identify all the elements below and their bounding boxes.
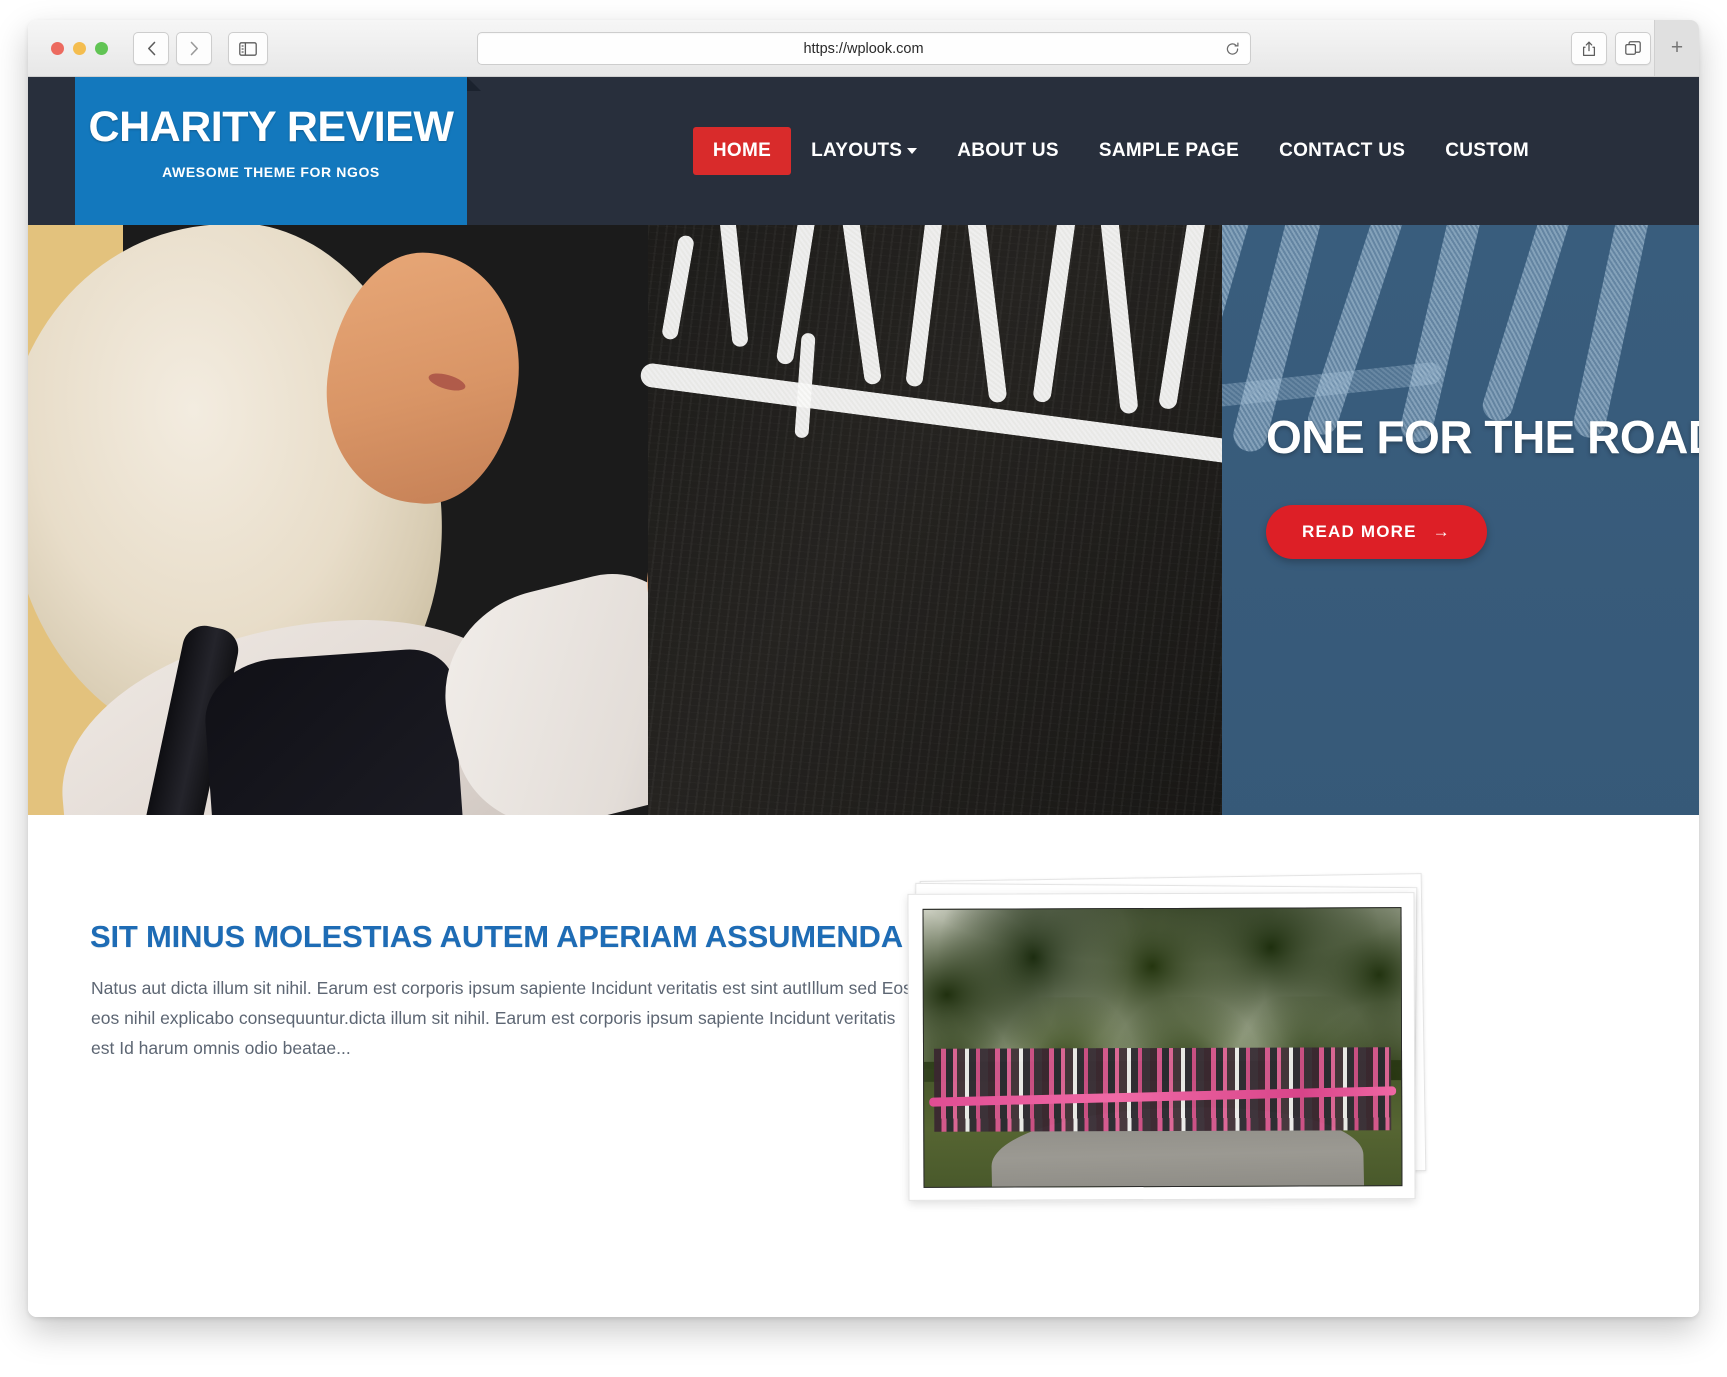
reload-button[interactable]: [1225, 41, 1240, 56]
nav-label: LAYOUTS: [811, 140, 903, 161]
show-tabs-button[interactable]: [1615, 32, 1651, 65]
show-tabs-icon: [1625, 41, 1641, 55]
browser-window: https://wplook.com + CHARITY REVIEW AWES…: [28, 20, 1699, 1317]
chevron-down-icon: [907, 147, 918, 154]
nav-item-custom[interactable]: CUSTOM: [1425, 127, 1549, 175]
chalkboard-surface: [639, 225, 1297, 815]
chalk-mark: [966, 225, 1008, 404]
forward-button[interactable]: [176, 32, 212, 65]
new-tab-button[interactable]: +: [1654, 20, 1699, 76]
hero-title: ONE FOR THE ROAD...: [1266, 411, 1699, 463]
chevron-left-icon: [147, 41, 155, 56]
nav-item-sample-page[interactable]: SAMPLE PAGE: [1079, 127, 1259, 175]
chalk-mark: [719, 225, 749, 348]
chalk-mark: [1032, 225, 1078, 404]
site-logo[interactable]: CHARITY REVIEW AWESOME THEME FOR NGOS: [75, 77, 481, 225]
hero-slider: ONE FOR THE ROAD... READ MORE →: [28, 225, 1699, 815]
chevron-right-icon: [190, 41, 198, 56]
nav-item-home[interactable]: HOME: [692, 127, 792, 175]
window-controls: [51, 42, 108, 55]
content-section: SIT MINUS MOLESTIAS AUTEM APERIAM ASSUME…: [28, 815, 1699, 1317]
blue-streak: [1479, 225, 1575, 425]
url-text: https://wplook.com: [803, 40, 924, 57]
post-body: Natus aut dicta illum sit nihil. Earum e…: [91, 977, 912, 1058]
sidebar-toggle-button[interactable]: [228, 32, 268, 65]
nav-item-contact-us[interactable]: CONTACT US: [1259, 127, 1425, 175]
logo-tagline-text: AWESOME THEME FOR NGOS: [162, 164, 380, 180]
nav-label: SAMPLE PAGE: [1098, 140, 1240, 161]
minimize-window-button[interactable]: [73, 42, 86, 55]
hero-photo-girl-chalkboard: [28, 225, 648, 815]
nav-label: CUSTOM: [1445, 140, 1529, 161]
blue-streak: [1304, 225, 1410, 439]
hero-overlay-panel: ONE FOR THE ROAD... READ MORE →: [1222, 225, 1699, 815]
blue-streak: [1570, 225, 1656, 441]
hero-read-more-button[interactable]: READ MORE →: [1266, 505, 1487, 559]
arrow-right-icon: →: [1432, 522, 1451, 541]
chalk-mark: [1157, 225, 1207, 411]
reload-icon: [1226, 41, 1239, 55]
site-header: CHARITY REVIEW AWESOME THEME FOR NGOS HO…: [28, 77, 1699, 225]
nav-label: CONTACT US: [1279, 140, 1406, 161]
share-icon: [1582, 41, 1596, 56]
nav-item-about-us[interactable]: ABOUT US: [937, 127, 1079, 175]
post-photo-charity-walk: [922, 907, 1403, 1188]
chalk-underline: [639, 362, 1297, 472]
chalk-mark: [840, 225, 883, 386]
photo-sheet-front: [907, 892, 1416, 1201]
browser-toolbar-right: [1571, 32, 1651, 65]
chalk-mark: [1099, 225, 1139, 415]
page-viewport: CHARITY REVIEW AWESOME THEME FOR NGOS HO…: [28, 77, 1699, 1317]
back-button[interactable]: [133, 32, 169, 65]
post-photo-stack[interactable]: [907, 873, 1438, 1207]
share-button[interactable]: [1571, 32, 1607, 65]
nav-item-layouts[interactable]: LAYOUTS: [791, 127, 937, 175]
nav-label: HOME: [712, 140, 772, 161]
address-bar[interactable]: https://wplook.com: [476, 32, 1251, 65]
chalk-mark: [661, 234, 695, 341]
read-more-label: READ MORE: [1302, 522, 1417, 541]
browser-nav-buttons: [133, 32, 268, 65]
browser-titlebar: https://wplook.com +: [28, 20, 1699, 77]
sidebar-toggle-icon: [239, 41, 257, 56]
post-title: SIT MINUS MOLESTIAS AUTEM APERIAM ASSUME…: [90, 918, 903, 954]
chalk-mark: [905, 225, 944, 388]
vest-shape: [201, 646, 465, 815]
logo-brand-text: CHARITY REVIEW: [88, 103, 454, 151]
maximize-window-button[interactable]: [95, 42, 108, 55]
close-window-button[interactable]: [51, 42, 64, 55]
main-navigation: HOME LAYOUTS ABOUT US SAMPLE PAGE CONTAC…: [692, 77, 1549, 225]
nav-label: ABOUT US: [957, 140, 1059, 161]
